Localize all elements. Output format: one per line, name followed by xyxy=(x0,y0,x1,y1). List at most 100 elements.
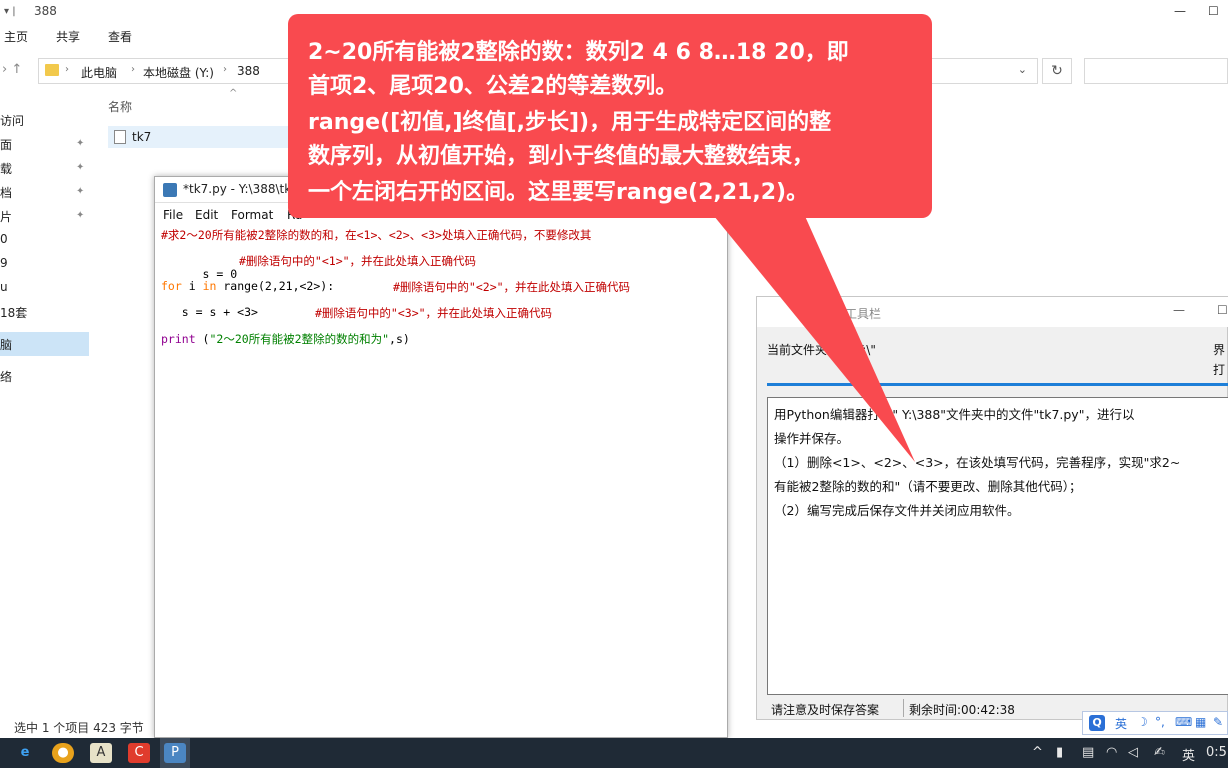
exam-hint-toolbar-window: 考题提示工具栏 — ☐ 当前文件夹为："Y:\" 界 打 用Python编辑器打… xyxy=(756,296,1228,720)
sidebar-item-documents[interactable]: 档 xyxy=(0,184,12,201)
callout-line: range([初值,]终值[,步长])，用于生成特定区间的整 xyxy=(308,110,832,135)
app-icon[interactable]: A xyxy=(90,743,112,763)
file-row[interactable]: tk7 xyxy=(108,126,298,148)
navigation-pane: 访问 面 ✦ 载 ✦ 档 ✦ 片 ✦ 0 9 u 18套 脑 络 xyxy=(0,96,92,716)
edge-icon[interactable]: e xyxy=(14,743,36,763)
python-editor-window: *tk7.py - Y:\388\tk7 File Edit Format Ru… xyxy=(154,176,728,738)
minimize-icon[interactable]: — xyxy=(1174,4,1186,18)
python-file-icon xyxy=(114,130,126,144)
punctuation-icon[interactable]: °, xyxy=(1155,715,1165,729)
minimize-icon[interactable]: — xyxy=(1173,303,1185,317)
question-line: 用Python编辑器打开" Y:\388"文件夹中的文件"tk7.py"，进行以 xyxy=(774,407,1135,422)
wifi-icon[interactable]: ◠ xyxy=(1106,745,1117,760)
folder-icon xyxy=(45,64,59,76)
chevron-up-icon[interactable]: ^ xyxy=(1032,745,1043,760)
ime-lang[interactable]: 英 xyxy=(1115,715,1127,732)
status-divider xyxy=(903,699,904,717)
exam-tool-title: 考题提示工具栏 xyxy=(797,307,882,321)
chevron-right-icon: › xyxy=(223,64,227,75)
callout-line: 2~20所有能被2整除的数：数列2 4 6 8…18 20，即 xyxy=(308,40,849,65)
chevron-down-icon[interactable]: ⌄ xyxy=(1018,63,1027,76)
column-header-name[interactable]: 名称 xyxy=(108,98,132,115)
sidebar-item-18set[interactable]: 18套 xyxy=(0,304,27,321)
editor-title: *tk7.py - Y:\388\tk7 xyxy=(183,182,299,196)
code-line-3: for i in range(2,21,<2>): xyxy=(161,279,334,293)
sidebar-item-network[interactable]: 络 xyxy=(0,368,12,385)
menu-edit[interactable]: Edit xyxy=(195,208,218,222)
toolbox-icon[interactable]: ▦ xyxy=(1195,715,1206,729)
callout-line: 一个左闭右开的区间。这里要写range(2,21,2)。 xyxy=(308,180,809,205)
code-comment: #删除语句中的"<1>"，并在此处填入正确代码 xyxy=(239,254,477,268)
question-line: 有能被2整除的数的和"（请不要更改、删除其他代码）； xyxy=(774,479,1082,494)
settings-icon[interactable]: ✎ xyxy=(1213,715,1223,729)
code-comment: #删除语句中的"<2>"，并在此处填入正确代码 xyxy=(393,280,631,294)
tab-view[interactable]: 查看 xyxy=(108,28,132,45)
keyword: in xyxy=(202,279,217,293)
sogou-ime-icon[interactable]: Q xyxy=(1089,715,1105,731)
sidebar-item-9[interactable]: 9 xyxy=(0,256,8,270)
breadcrumb-this-pc[interactable]: 此电脑 xyxy=(81,64,117,81)
close-icon[interactable]: ☐ xyxy=(1208,4,1219,18)
menu-file[interactable]: File xyxy=(163,208,183,222)
sidebar-item-pictures[interactable]: 片 xyxy=(0,208,12,225)
breadcrumb-drive[interactable]: 本地磁盘 (Y:) xyxy=(143,64,214,81)
callout-line: 首项2、尾项20、公差2的等差数列。 xyxy=(308,74,678,99)
clock[interactable]: 0:5 xyxy=(1206,745,1227,760)
network-icon[interactable]: ▤ xyxy=(1082,745,1094,760)
sidebar-selection xyxy=(0,332,89,356)
remaining-time: 剩余时间:00:42:38 xyxy=(909,703,1015,717)
tab-share[interactable]: 共享 xyxy=(56,28,80,45)
sidebar-item-this-pc[interactable]: 脑 xyxy=(0,336,12,353)
code-comment: #删除语句中的"<3>"，并在此处填入正确代码 xyxy=(315,306,553,320)
code-line-4: s = s + <3> xyxy=(161,305,258,319)
code-paren: ,s) xyxy=(389,332,410,346)
question-line: （2）编写完成后保存文件并关闭应用软件。 xyxy=(774,503,1020,518)
accent-divider xyxy=(767,383,1228,386)
input-lang[interactable]: 英 xyxy=(1182,745,1195,764)
pen-icon[interactable]: ✍ xyxy=(1154,745,1165,760)
exam-tool-titlebar: 考题提示工具栏 — ☐ xyxy=(757,297,1228,327)
volume-icon[interactable]: ◁ xyxy=(1128,745,1138,760)
sidebar-item-0[interactable]: 0 xyxy=(0,232,8,246)
breadcrumb-folder[interactable]: 388 xyxy=(237,64,260,78)
microphone-icon[interactable]: ▮ xyxy=(1056,745,1063,760)
code-var: i xyxy=(181,279,203,293)
status-bar: 选中 1 个项目 423 字节 xyxy=(14,721,144,735)
sidebar-item-downloads[interactable]: 载 xyxy=(0,160,12,177)
code-range: range(2,21,<2>): xyxy=(216,279,335,293)
chevron-right-icon: › xyxy=(131,64,135,75)
save-reminder: 请注意及时保存答案 xyxy=(771,703,880,717)
sidebar-item-quick-access[interactable]: 访问 xyxy=(0,112,24,129)
taskbar: e ● A C P ^ ▮ ▤ ◠ ◁ ✍ 英 0:5 xyxy=(0,738,1228,768)
keyboard-icon[interactable]: ⌨ xyxy=(1175,715,1192,729)
exam-tool-side-label[interactable]: 界 xyxy=(1213,341,1225,358)
sidebar-item-u[interactable]: u xyxy=(0,280,8,294)
up-arrow-icon[interactable]: › ↑ xyxy=(2,62,22,77)
search-input[interactable] xyxy=(1084,58,1228,84)
tab-home[interactable]: 主页 xyxy=(4,28,28,45)
code-line-1: #求2～20所有能被2整除的数的和，在<1>、<2>、<3>处填入正确代码，不要… xyxy=(161,228,592,242)
record-icon[interactable]: C xyxy=(128,743,150,763)
sort-caret-icon: ^ xyxy=(229,88,238,99)
callout-line: 数序列，从初值开始，到小于终值的最大整数结束， xyxy=(308,144,815,169)
question-panel: 用Python编辑器打开" Y:\388"文件夹中的文件"tk7.py"，进行以… xyxy=(767,397,1228,695)
current-folder-label: 当前文件夹为："Y:\" xyxy=(767,343,876,357)
exam-tool-side-label[interactable]: 打 xyxy=(1213,361,1225,378)
annotation-callout: 2~20所有能被2整除的数：数列2 4 6 8…18 20，即 首项2、尾项20… xyxy=(288,14,932,218)
pin-icon: ✦ xyxy=(76,138,85,149)
menu-format[interactable]: Format xyxy=(231,208,273,222)
pin-icon: ✦ xyxy=(76,186,85,197)
code-string: "2～20所有能被2整除的数的和为" xyxy=(209,332,390,346)
question-line: （1）删除<1>、<2>、<3>，在该处填写代码，完善程序，实现"求2~ xyxy=(774,455,1181,470)
quick-access-dropdown-icon[interactable]: ▾ | xyxy=(4,6,26,18)
pin-icon: ✦ xyxy=(76,162,85,173)
moon-icon[interactable]: ☽ xyxy=(1137,715,1148,729)
chrome-icon[interactable]: ● xyxy=(52,743,74,763)
sidebar-item-desktop[interactable]: 面 xyxy=(0,136,12,153)
ime-toolbar[interactable]: Q 英 ☽ °, ⌨ ▦ ✎ xyxy=(1082,711,1228,735)
python-icon xyxy=(163,183,177,197)
refresh-icon[interactable]: ↻ xyxy=(1042,58,1072,84)
explorer-title: 388 xyxy=(34,4,57,18)
python-taskbar-icon[interactable]: P xyxy=(164,743,186,763)
maximize-icon[interactable]: ☐ xyxy=(1217,303,1228,317)
